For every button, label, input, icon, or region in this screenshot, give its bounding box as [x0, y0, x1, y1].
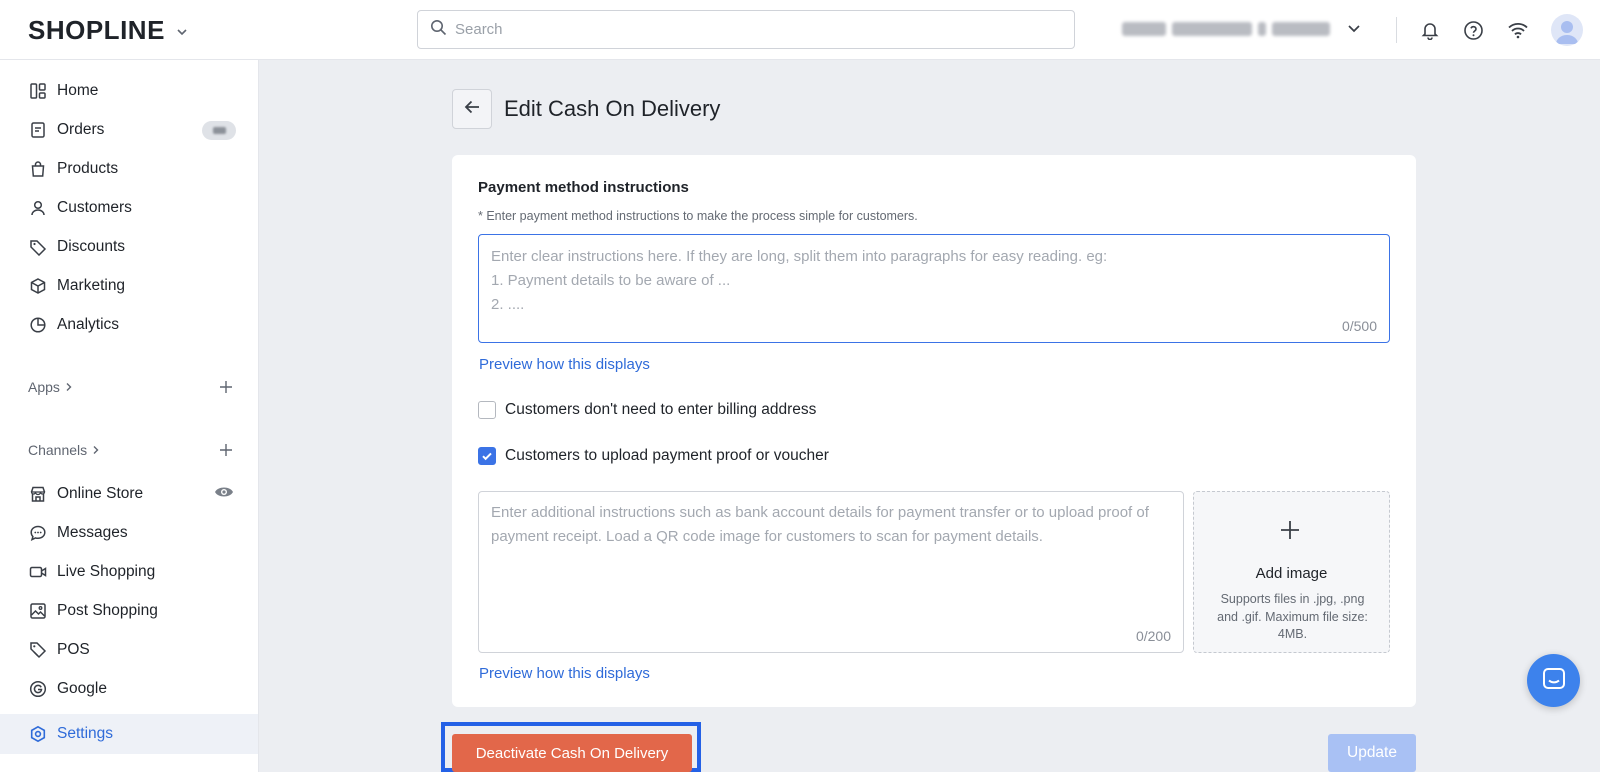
payment-proof-option[interactable]: Customers to upload payment proof or vou…: [478, 447, 829, 465]
deactivate-cod-button[interactable]: Deactivate Cash On Delivery: [452, 734, 692, 772]
top-bar: SHOPLINE: [0, 0, 1600, 60]
chat-support-button[interactable]: [1527, 654, 1580, 707]
sidebar-item-messages[interactable]: Messages: [0, 515, 258, 551]
apps-section-toggle[interactable]: Apps: [28, 379, 74, 395]
sidebar-item-orders[interactable]: Orders: [0, 112, 258, 148]
sidebar-item-pos[interactable]: POS: [0, 632, 258, 668]
image-icon: [28, 601, 48, 621]
sidebar-item-google[interactable]: Google: [0, 671, 258, 707]
sidebar-item-label: Google: [57, 680, 107, 697]
wifi-icon[interactable]: [1505, 17, 1531, 43]
bell-icon[interactable]: [1417, 17, 1443, 43]
home-icon: [28, 81, 48, 101]
sidebar-item-label: Post Shopping: [57, 602, 158, 619]
pos-tag-icon: [28, 640, 48, 660]
instructions-textarea[interactable]: Enter clear instructions here. If they a…: [478, 234, 1390, 343]
store-name-blurred[interactable]: [1122, 18, 1334, 40]
sidebar-item-label: Analytics: [57, 316, 120, 333]
cube-icon: [28, 276, 48, 296]
proof-instructions-placeholder: Enter additional instructions such as ba…: [491, 504, 1149, 545]
sidebar-item-label: Messages: [57, 524, 128, 541]
billing-address-checkbox[interactable]: [478, 401, 496, 419]
logo-text: SHOPLINE: [28, 15, 165, 45]
page-title: Edit Cash On Delivery: [504, 96, 721, 121]
plus-icon: [1278, 518, 1302, 546]
proof-char-counter: 0/200: [1135, 628, 1171, 644]
section-title: Payment method instructions: [478, 179, 689, 196]
sidebar-item-post-shopping[interactable]: Post Shopping: [0, 593, 258, 629]
store-icon: [28, 484, 48, 504]
settings-hexagon-icon: [28, 724, 48, 744]
orders-icon: [28, 120, 48, 140]
tag-icon: [28, 237, 48, 257]
eye-icon[interactable]: [214, 485, 234, 504]
orders-count-badge: [202, 121, 236, 140]
shopline-logo[interactable]: SHOPLINE: [28, 15, 189, 46]
topbar-divider: [1396, 17, 1397, 43]
chevron-right-icon: [91, 442, 101, 458]
sidebar-item-label: Marketing: [57, 277, 126, 294]
sidebar-item-label: Products: [57, 160, 119, 177]
update-button[interactable]: Update: [1328, 734, 1416, 772]
channels-section-toggle[interactable]: Channels: [28, 442, 101, 458]
add-app-icon[interactable]: [217, 378, 235, 396]
sidebar-item-analytics[interactable]: Analytics: [0, 307, 258, 343]
instructions-placeholder-line-1: Enter clear instructions here. If they a…: [491, 248, 1108, 265]
person-icon: [28, 198, 48, 218]
sidebar-item-discounts[interactable]: Discounts: [0, 229, 258, 265]
apps-section-label: Apps: [28, 379, 60, 395]
sidebar-item-label: Online Store: [57, 485, 144, 502]
sidebar-item-label: Orders: [57, 121, 105, 138]
instructions-placeholder-line-3: 2. ....: [491, 296, 525, 313]
add-image-dropzone[interactable]: Add image Supports files in .jpg, .png a…: [1193, 491, 1390, 653]
sidebar-item-label: POS: [57, 641, 90, 658]
video-icon: [28, 562, 48, 582]
search-input[interactable]: [455, 21, 1055, 38]
store-chevron-down-icon[interactable]: [1346, 20, 1362, 40]
add-image-hint: Supports files in .jpg, .png and .gif. M…: [1217, 592, 1368, 641]
bag-icon: [28, 159, 48, 179]
sidebar-item-settings[interactable]: Settings: [0, 714, 258, 754]
chevron-down-icon[interactable]: [175, 15, 189, 46]
sidebar-item-home[interactable]: Home: [0, 73, 258, 109]
add-channel-icon[interactable]: [217, 441, 235, 459]
instructions-char-counter: 0/500: [1341, 318, 1377, 334]
payment-instructions-card: Payment method instructions * Enter paym…: [452, 155, 1416, 707]
preview-link[interactable]: Preview how this displays: [479, 356, 650, 373]
sidebar-item-live-shopping[interactable]: Live Shopping: [0, 554, 258, 590]
sidebar-item-products[interactable]: Products: [0, 151, 258, 187]
chat-icon: [28, 523, 48, 543]
sidebar-item-marketing[interactable]: Marketing: [0, 268, 258, 304]
back-button[interactable]: [452, 89, 492, 129]
section-hint: * Enter payment method instructions to m…: [478, 209, 918, 223]
add-image-label: Add image: [1255, 565, 1328, 582]
sidebar-item-online-store[interactable]: Online Store: [0, 476, 258, 512]
billing-address-option[interactable]: Customers don't need to enter billing ad…: [478, 401, 816, 419]
search-box[interactable]: [417, 10, 1075, 49]
checkmark-icon: [482, 452, 492, 461]
chevron-right-icon: [64, 379, 74, 395]
sidebar-item-label: Live Shopping: [57, 563, 156, 580]
sidebar-item-label: Discounts: [57, 238, 126, 255]
sidebar-item-customers[interactable]: Customers: [0, 190, 258, 226]
search-icon: [430, 19, 447, 40]
billing-address-label: Customers don't need to enter billing ad…: [505, 401, 817, 418]
preview-link-2[interactable]: Preview how this displays: [479, 665, 650, 682]
google-icon: [28, 679, 48, 699]
payment-proof-label: Customers to upload payment proof or vou…: [505, 447, 829, 464]
pie-chart-icon: [28, 315, 48, 335]
chat-bubble-icon: [1541, 666, 1567, 696]
arrow-left-icon: [462, 97, 482, 121]
help-icon[interactable]: [1460, 17, 1486, 43]
sidebar: Home Orders Products Customers Discounts…: [0, 60, 259, 772]
sidebar-item-label: Settings: [57, 725, 114, 742]
sidebar-item-label: Customers: [57, 199, 132, 216]
channels-section-label: Channels: [28, 442, 88, 458]
proof-instructions-textarea[interactable]: Enter additional instructions such as ba…: [478, 491, 1184, 653]
payment-proof-checkbox[interactable]: [478, 447, 496, 465]
sidebar-item-label: Home: [57, 82, 99, 99]
avatar[interactable]: [1551, 14, 1583, 46]
instructions-placeholder-line-2: 1. Payment details to be aware of ...: [491, 272, 731, 289]
